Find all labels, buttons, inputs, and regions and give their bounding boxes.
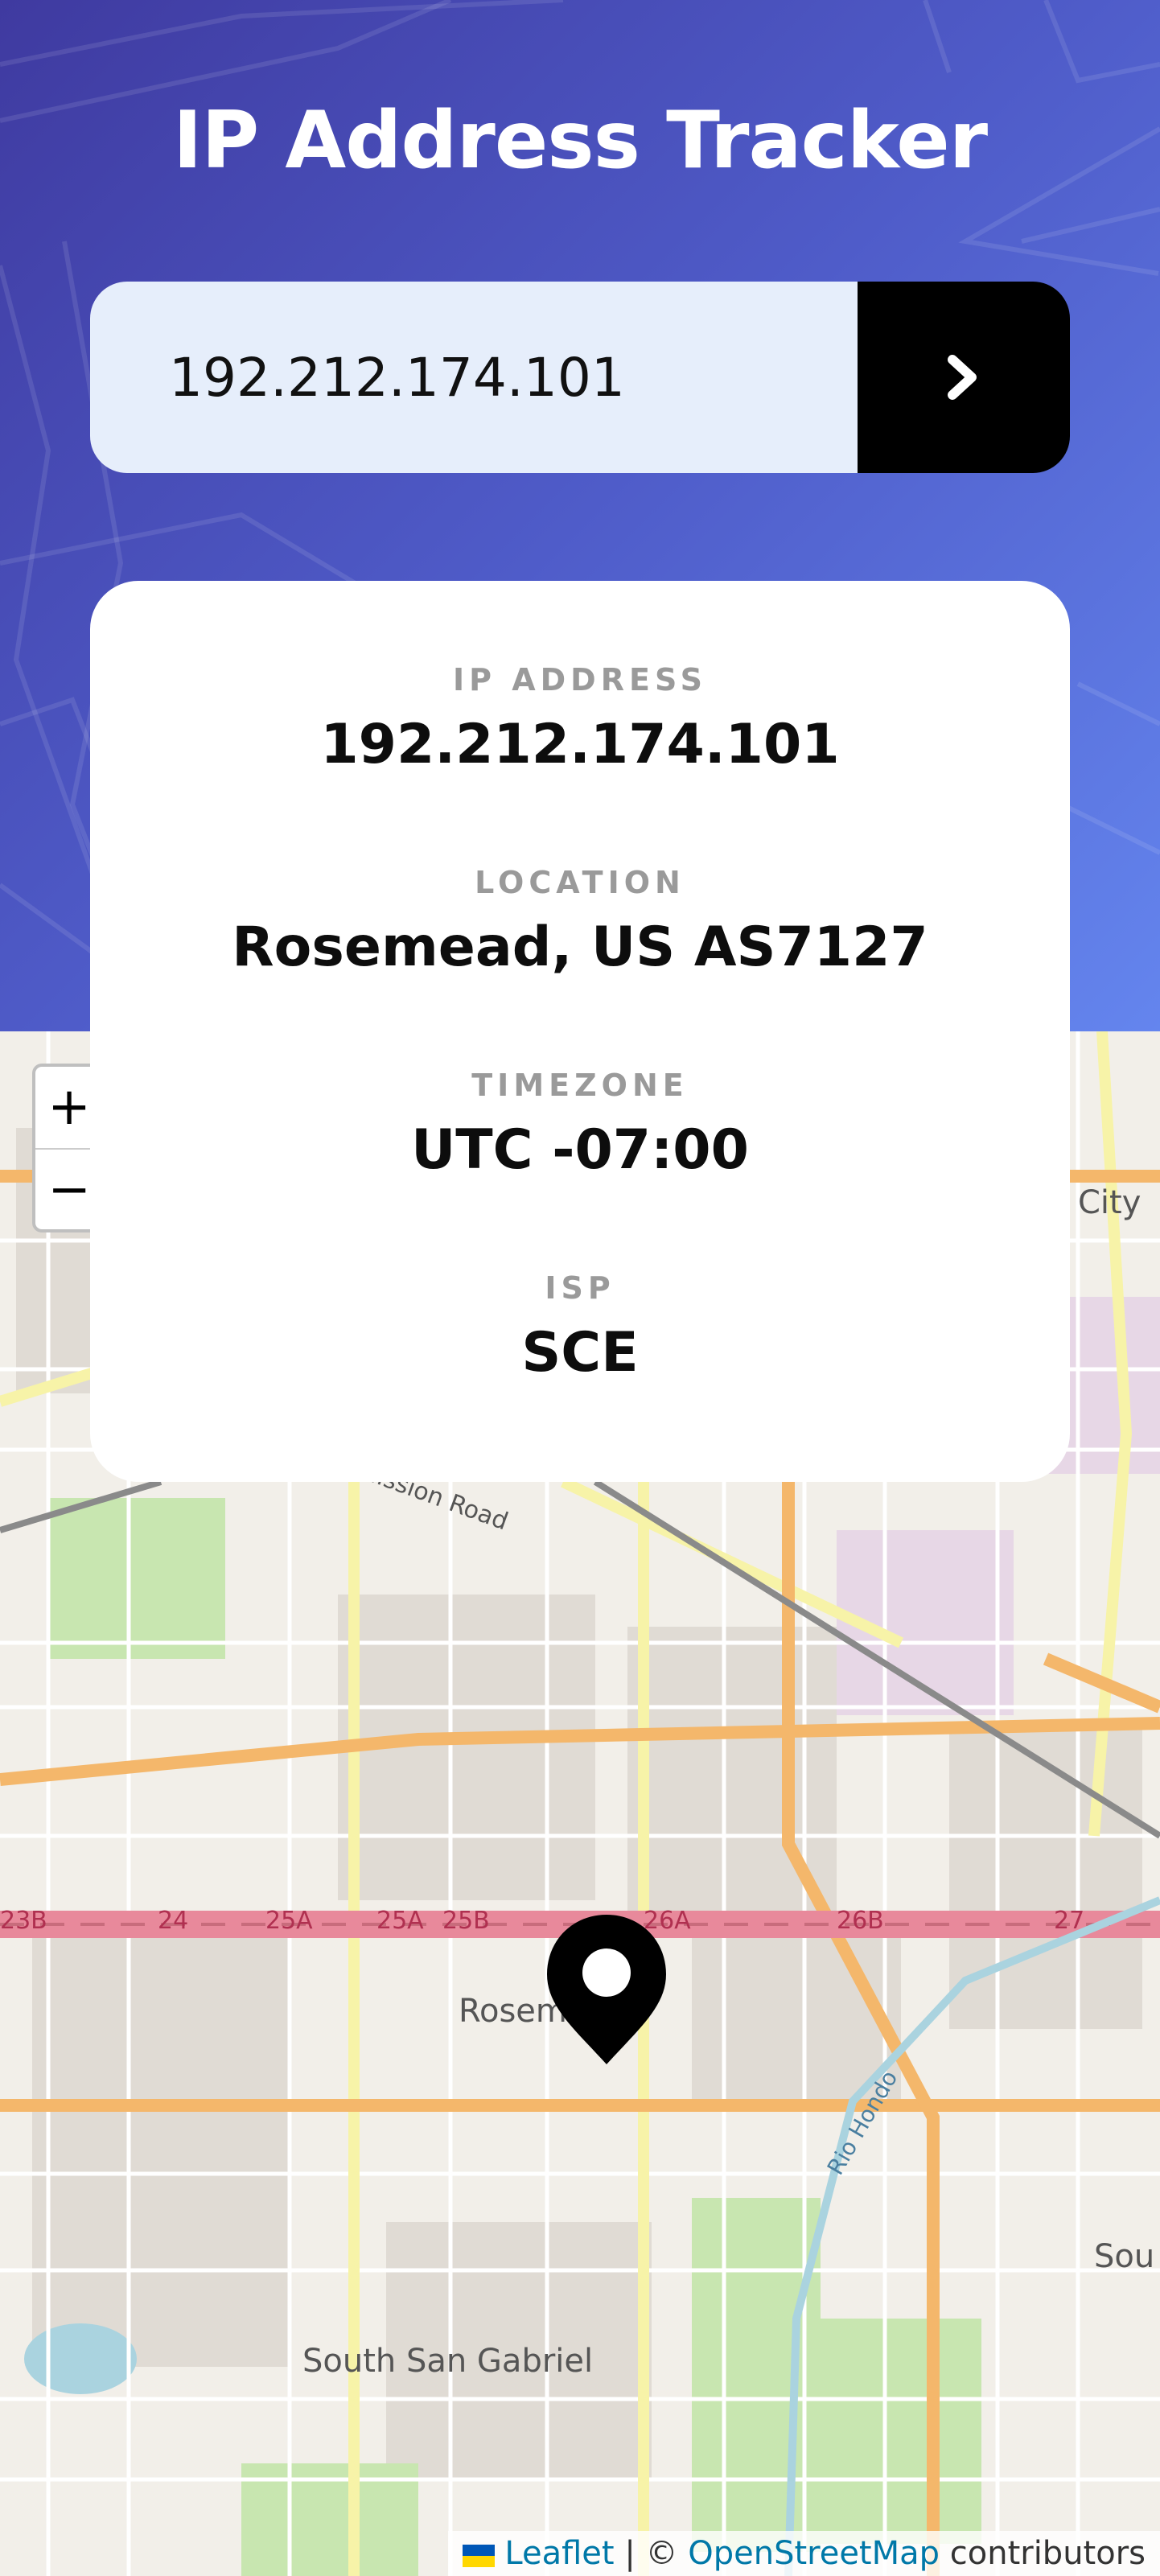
ip-search-bar — [90, 282, 1070, 473]
timezone-value: UTC -07:00 — [411, 1118, 749, 1182]
isp-label: ISP — [545, 1270, 615, 1306]
location-pin-icon[interactable] — [542, 1911, 671, 2068]
search-submit-button[interactable] — [858, 282, 1070, 473]
map-label-south-san-gabriel: South San Gabriel — [302, 2343, 594, 2380]
map-exit-25a: 25A — [265, 1907, 313, 1935]
timezone-label: TIMEZONE — [471, 1068, 689, 1103]
page-title: IP Address Tracker — [172, 95, 988, 187]
openstreetmap-link[interactable]: OpenStreetMap — [688, 2535, 940, 2572]
ip-address-value: 192.212.174.101 — [320, 713, 840, 776]
isp-value: SCE — [521, 1321, 639, 1385]
attribution-contributors: contributors — [940, 2535, 1146, 2572]
map-exit-25a-2: 25A — [376, 1907, 424, 1935]
map-label-city: City — [1078, 1184, 1141, 1221]
timezone-group: TIMEZONE UTC -07:00 — [90, 1065, 1070, 1183]
map-exit-24: 24 — [158, 1907, 189, 1935]
map-exit-23b: 23B — [0, 1907, 47, 1935]
ip-address-group: IP ADDRESS 192.212.174.101 — [90, 660, 1070, 777]
map-label-south: Sou — [1094, 2238, 1155, 2275]
map-exit-25b: 25B — [442, 1907, 490, 1935]
location-value: Rosemead, US AS7127 — [232, 916, 928, 979]
ip-info-card: IP ADDRESS 192.212.174.101 LOCATION Rose… — [90, 581, 1070, 1482]
ip-search-input[interactable] — [90, 282, 858, 473]
ip-address-label: IP ADDRESS — [453, 662, 707, 697]
isp-group: ISP SCE — [90, 1268, 1070, 1385]
ukraine-flag-icon — [462, 2545, 495, 2567]
location-group: LOCATION Rosemead, US AS7127 — [90, 862, 1070, 980]
map-exit-27: 27 — [1054, 1907, 1085, 1935]
map-attribution: Leaflet | © OpenStreetMap contributors — [447, 2531, 1160, 2576]
leaflet-link[interactable]: Leaflet — [504, 2535, 614, 2572]
location-label: LOCATION — [475, 865, 685, 900]
chevron-right-icon — [948, 355, 977, 400]
map-exit-26b: 26B — [837, 1907, 884, 1935]
attribution-separator: | © — [614, 2535, 689, 2572]
